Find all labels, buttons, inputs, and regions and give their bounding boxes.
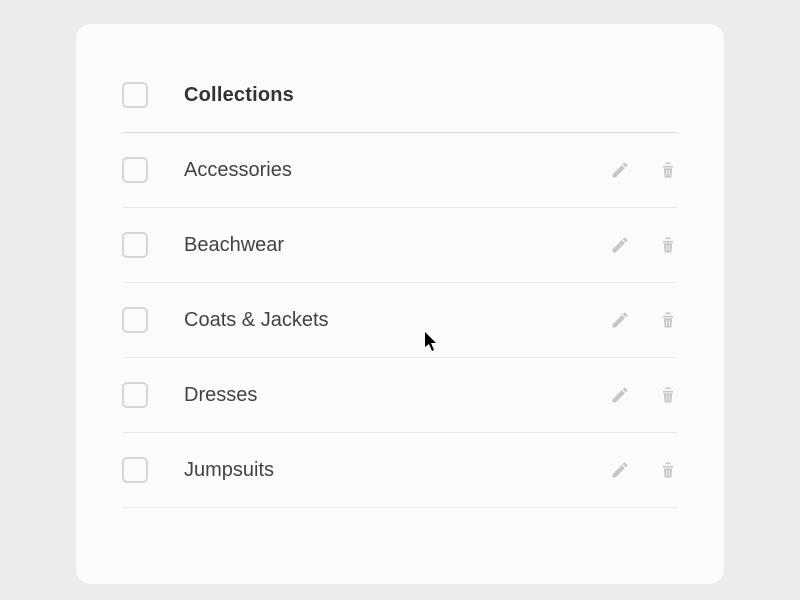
row-label: Accessories	[184, 159, 610, 182]
row-label: Beachwear	[184, 234, 610, 257]
row-actions	[610, 235, 678, 255]
trash-icon[interactable]	[658, 460, 678, 480]
trash-icon[interactable]	[658, 385, 678, 405]
row-actions	[610, 160, 678, 180]
pencil-icon[interactable]	[610, 460, 630, 480]
list-row: Dresses	[122, 358, 678, 433]
list-row: Coats & Jackets	[122, 283, 678, 358]
collections-card: Collections Accessories Beachwear Coats & …	[76, 24, 724, 584]
row-label: Jumpsuits	[184, 459, 610, 482]
row-label: Dresses	[184, 384, 610, 407]
trash-icon[interactable]	[658, 310, 678, 330]
row-actions	[610, 310, 678, 330]
row-checkbox[interactable]	[122, 157, 148, 183]
list-header: Collections	[122, 64, 678, 133]
row-checkbox[interactable]	[122, 307, 148, 333]
trash-icon[interactable]	[658, 235, 678, 255]
select-all-checkbox[interactable]	[122, 82, 148, 108]
row-actions	[610, 460, 678, 480]
page-title: Collections	[184, 84, 294, 107]
collections-list: Accessories Beachwear Coats & Jackets Dress…	[122, 133, 678, 508]
trash-icon[interactable]	[658, 160, 678, 180]
list-row: Jumpsuits	[122, 433, 678, 508]
pencil-icon[interactable]	[610, 160, 630, 180]
row-label: Coats & Jackets	[184, 309, 610, 332]
row-actions	[610, 385, 678, 405]
list-row: Beachwear	[122, 208, 678, 283]
row-checkbox[interactable]	[122, 382, 148, 408]
pencil-icon[interactable]	[610, 385, 630, 405]
row-checkbox[interactable]	[122, 457, 148, 483]
pencil-icon[interactable]	[610, 235, 630, 255]
pencil-icon[interactable]	[610, 310, 630, 330]
list-row: Accessories	[122, 133, 678, 208]
row-checkbox[interactable]	[122, 232, 148, 258]
